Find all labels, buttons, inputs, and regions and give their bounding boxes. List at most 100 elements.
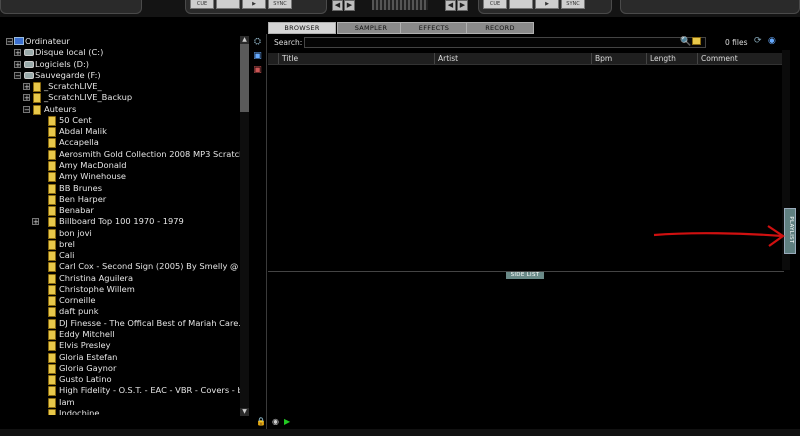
search-options-icon[interactable]: 🔍 xyxy=(680,37,691,47)
tree-item[interactable]: Benabar xyxy=(6,205,242,217)
deck-left-prev-arrow[interactable]: ◀ xyxy=(332,0,343,11)
expand-icon[interactable]: + xyxy=(23,94,30,102)
tree-item[interactable]: + Logiciels (D:) xyxy=(6,59,242,70)
tree-item[interactable]: Amy MacDonald xyxy=(6,160,242,171)
tree-scroll-thumb[interactable] xyxy=(240,44,249,112)
deck-right-cue-button[interactable]: CUE xyxy=(483,0,507,9)
tree-item[interactable]: Eddy Mitchell xyxy=(6,329,242,341)
expand-icon[interactable]: + xyxy=(32,218,39,226)
tree-item-label: _ScratchLIVE_Backup xyxy=(44,92,133,103)
side-list-label[interactable]: SIDE LIST xyxy=(506,272,544,279)
tree-item[interactable]: daft punk xyxy=(6,306,242,318)
tree-item[interactable]: − Sauvegarde (F:) xyxy=(6,70,242,81)
tree-item[interactable]: + Billboard Top 100 1970 - 1979 xyxy=(6,216,242,228)
deck-right-sync-button[interactable]: SYNC xyxy=(561,0,585,9)
add-folder-icon[interactable]: ⛭ xyxy=(251,36,264,48)
tree-item[interactable]: Abdal Malik xyxy=(6,126,242,138)
deck-left-play-button[interactable]: ▶ xyxy=(242,0,266,9)
tree-item[interactable]: Christina Aguilera xyxy=(6,273,242,284)
col-length[interactable]: Length xyxy=(646,53,697,64)
folder-icon xyxy=(48,296,56,307)
folder-icon xyxy=(48,273,56,284)
tree-item[interactable]: BB Brunes xyxy=(6,183,242,194)
tree-item-label: Eddy Mitchell xyxy=(59,329,115,340)
tree-item[interactable]: Gloria Gaynor xyxy=(6,363,242,374)
tree-item[interactable]: brel xyxy=(6,239,242,250)
tree-item[interactable]: Gloria Estefan xyxy=(6,352,242,363)
tree-item[interactable]: Indochine xyxy=(6,408,242,415)
prepare-icon[interactable]: ◉ xyxy=(272,417,279,426)
tree-item-label: BB Brunes xyxy=(59,182,103,193)
tree-item[interactable]: + _ScratchLIVE_ xyxy=(6,81,242,93)
folder-icon xyxy=(48,375,56,386)
view-icon[interactable]: ◉ xyxy=(768,36,776,46)
tree-item[interactable]: Cali xyxy=(6,250,242,262)
tree-item[interactable]: Aerosmith Gold Collection 2008 MP3 Scrat… xyxy=(6,149,242,160)
tab-effects[interactable]: EFFECTS xyxy=(400,22,468,34)
expand-icon[interactable]: + xyxy=(14,60,21,68)
add-crate-icon[interactable]: ▣ xyxy=(251,50,264,62)
tree-item[interactable]: + Disque local (C:) xyxy=(6,47,242,58)
file-count: 0 files xyxy=(725,38,748,47)
deck-left-next-arrow[interactable]: ▶ xyxy=(344,0,355,11)
deck-right-prev-arrow[interactable]: ◀ xyxy=(445,0,456,11)
crossfader[interactable] xyxy=(372,0,428,10)
deck-left-button-2[interactable] xyxy=(216,0,240,9)
tree-item[interactable]: bon jovi xyxy=(6,228,242,239)
folder-icon xyxy=(48,127,56,138)
tree-item[interactable]: Gusto Latino xyxy=(6,374,242,386)
expand-icon[interactable]: + xyxy=(14,49,21,57)
tree-item[interactable]: Corneille xyxy=(6,295,242,307)
tree-item[interactable]: Carl Cox - Second Sign (2005) By Smelly … xyxy=(6,261,242,273)
tree-item[interactable]: Ben Harper xyxy=(6,194,242,205)
tree-item[interactable]: − Auteurs xyxy=(6,104,242,115)
search-input[interactable] xyxy=(304,37,706,48)
tree-item[interactable]: + _ScratchLIVE_Backup xyxy=(6,92,242,104)
deck-left-cue-button[interactable]: CUE xyxy=(190,0,214,9)
col-bpm[interactable]: Bpm xyxy=(591,53,646,64)
col-comment[interactable]: Comment xyxy=(697,53,782,64)
folder-icon xyxy=(48,284,56,295)
lock-icon[interactable]: 🔒 xyxy=(256,417,266,426)
col-title[interactable]: Title xyxy=(278,53,434,64)
tree-scrollbar[interactable]: ▲ ▼ xyxy=(240,36,249,416)
deck-right-play-button[interactable]: ▶ xyxy=(535,0,559,9)
folder-icon xyxy=(48,318,56,329)
tree-item[interactable]: High Fidelity - O.S.T. - EAC - VBR - Cov… xyxy=(6,385,242,397)
expand-icon[interactable]: + xyxy=(23,83,30,91)
tree-item[interactable]: Accapella xyxy=(6,137,242,149)
tree-item[interactable]: Iam xyxy=(6,397,242,408)
remove-crate-icon[interactable]: ▣ xyxy=(251,64,264,76)
deck-left-sync-button[interactable]: SYNC xyxy=(268,0,292,9)
folder-icon xyxy=(48,217,56,228)
tab-record[interactable]: RECORD xyxy=(466,22,534,34)
collapse-icon[interactable]: − xyxy=(14,71,21,79)
scroll-up-icon[interactable]: ▲ xyxy=(240,36,249,44)
tree-item-label: Abdal Malik xyxy=(59,126,107,137)
deck-right-edge xyxy=(620,0,800,14)
drive-icon xyxy=(24,60,34,68)
tree-item[interactable]: 50 Cent xyxy=(6,115,242,126)
col-artist[interactable]: Artist xyxy=(434,53,591,64)
tab-browser[interactable]: BROWSER xyxy=(268,22,336,34)
collapse-icon[interactable]: − xyxy=(6,38,13,46)
collapse-icon[interactable]: − xyxy=(23,105,30,113)
deck-right-button-2[interactable] xyxy=(509,0,533,9)
tree-item[interactable]: Christophe Willem xyxy=(6,284,242,295)
refresh-icon[interactable]: ⟳ xyxy=(754,36,762,46)
tree-item-label: Elvis Presley xyxy=(59,340,111,351)
deck-right-next-arrow[interactable]: ▶ xyxy=(457,0,468,11)
tree-item-label: Accapella xyxy=(59,137,99,148)
tab-sampler[interactable]: SAMPLER xyxy=(337,22,405,34)
bottom-toolbar: ◉ ▶ xyxy=(268,415,784,429)
scroll-down-icon[interactable]: ▼ xyxy=(240,408,249,416)
tree-item[interactable]: Elvis Presley xyxy=(6,340,242,352)
col-status[interactable] xyxy=(268,53,278,64)
tree-item[interactable]: DJ Finesse - The Offical Best of Mariah … xyxy=(6,318,242,329)
folder-icon xyxy=(48,149,56,160)
search-label: Search: xyxy=(274,38,303,47)
tree-item[interactable]: Amy Winehouse xyxy=(6,171,242,183)
play-icon[interactable]: ▶ xyxy=(284,417,290,426)
tree-item[interactable]: − Ordinateur xyxy=(6,36,242,47)
folder-icon[interactable] xyxy=(692,37,701,45)
